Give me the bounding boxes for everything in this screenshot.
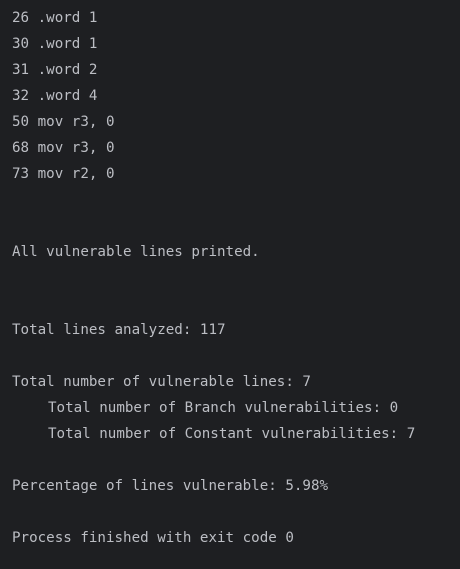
all-printed-message: All vulnerable lines printed.	[12, 244, 260, 260]
total-vulnerable-lines: Total number of vulnerable lines: 7	[12, 374, 311, 390]
constant-vulnerabilities: Total number of Constant vulnerabilities…	[48, 426, 416, 442]
output-line: 26 .word 1	[12, 10, 98, 26]
total-lines-analyzed: Total lines analyzed: 117	[12, 322, 226, 338]
output-line: 30 .word 1	[12, 36, 98, 52]
output-line: 32 .word 4	[12, 88, 98, 104]
output-line: 68 mov r3, 0	[12, 140, 115, 156]
output-line: 31 .word 2	[12, 62, 98, 78]
console-output: 26 .word 1 30 .word 1 31 .word 2 32 .wor…	[0, 0, 460, 569]
exit-code-message: Process finished with exit code 0	[12, 530, 294, 546]
output-line: 73 mov r2, 0	[12, 166, 115, 182]
percentage-vulnerable: Percentage of lines vulnerable: 5.98%	[12, 478, 329, 494]
branch-vulnerabilities: Total number of Branch vulnerabilities: …	[48, 400, 399, 416]
output-line: 50 mov r3, 0	[12, 114, 115, 130]
